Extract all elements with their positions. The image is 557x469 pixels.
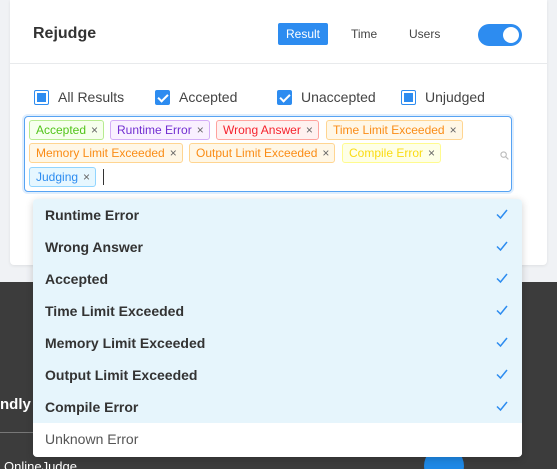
dropdown-option[interactable]: Unknown Error bbox=[33, 423, 522, 455]
tag-label: Time Limit Exceeded bbox=[333, 123, 445, 137]
tag-label: Judging bbox=[36, 170, 79, 184]
result-multiselect[interactable]: Accepted × Runtime Error × Wrong Answer × Time… bbox=[24, 116, 512, 192]
search-icon bbox=[500, 151, 509, 160]
footer-brand: OnlineJudge bbox=[4, 459, 77, 469]
dropdown-option[interactable]: Runtime Error bbox=[33, 199, 522, 231]
result-tag: Judging × bbox=[29, 167, 97, 187]
tag-label: Compile Error bbox=[349, 146, 424, 160]
check-icon bbox=[496, 305, 508, 316]
filter-unaccepted[interactable]: Unaccepted bbox=[277, 89, 376, 105]
check-icon bbox=[496, 337, 508, 348]
checkbox-all-results[interactable] bbox=[34, 89, 49, 105]
tag-label: Runtime Error bbox=[117, 123, 192, 137]
result-tag: Time Limit Exceeded × bbox=[326, 120, 463, 140]
option-label: Wrong Answer bbox=[45, 239, 144, 255]
close-icon[interactable]: × bbox=[306, 123, 313, 137]
filter-accepted[interactable]: Accepted bbox=[155, 89, 237, 105]
filter-label: Unaccepted bbox=[301, 89, 376, 105]
tag-label: Memory Limit Exceeded bbox=[36, 146, 165, 160]
check-icon bbox=[496, 369, 508, 380]
dropdown-option[interactable]: Time Limit Exceeded bbox=[33, 295, 522, 327]
checkbox-unaccepted[interactable] bbox=[277, 89, 292, 105]
option-label: Runtime Error bbox=[45, 207, 140, 223]
card-header: Rejudge Result Time Users bbox=[10, 0, 547, 64]
close-icon[interactable]: × bbox=[83, 170, 90, 184]
rejudge-toggle[interactable] bbox=[478, 24, 522, 46]
option-label: Output Limit Exceeded bbox=[45, 367, 198, 383]
filter-label: All Results bbox=[58, 89, 125, 105]
dropdown-option[interactable]: Accepted bbox=[33, 263, 522, 295]
option-label: Time Limit Exceeded bbox=[45, 303, 185, 319]
result-tag: Memory Limit Exceeded × bbox=[29, 143, 183, 163]
close-icon[interactable]: × bbox=[450, 123, 457, 137]
close-icon[interactable]: × bbox=[322, 146, 329, 160]
filter-all-results[interactable]: All Results bbox=[34, 89, 124, 105]
close-icon[interactable]: × bbox=[428, 146, 435, 160]
result-tag: Runtime Error × bbox=[110, 120, 210, 140]
option-label: Compile Error bbox=[45, 399, 139, 415]
dropdown-option[interactable]: Wrong Answer bbox=[33, 231, 522, 263]
close-icon[interactable]: × bbox=[91, 123, 98, 137]
text-cursor bbox=[103, 169, 104, 185]
page-title: Rejudge bbox=[33, 25, 97, 42]
result-tag: Output Limit Exceeded × bbox=[189, 143, 336, 163]
result-tag: Accepted × bbox=[29, 120, 105, 140]
close-icon[interactable]: × bbox=[170, 146, 177, 160]
dropdown-option[interactable]: Output Limit Exceeded bbox=[33, 359, 522, 391]
check-icon bbox=[496, 273, 508, 284]
check-icon bbox=[496, 241, 508, 252]
result-dropdown: Runtime Error Wrong Answer Accepted Time Li… bbox=[33, 199, 522, 457]
close-icon[interactable]: × bbox=[197, 123, 204, 137]
tab-users[interactable]: Users bbox=[401, 23, 448, 45]
toggle-knob bbox=[503, 27, 519, 43]
footer-text: ndly bbox=[0, 396, 31, 413]
check-icon bbox=[496, 209, 508, 220]
option-label: Unknown Error bbox=[45, 431, 139, 447]
filter-label: Accepted bbox=[179, 89, 238, 105]
tag-label: Accepted bbox=[36, 123, 87, 137]
option-label: Memory Limit Exceeded bbox=[45, 335, 206, 351]
filter-label: Unjudged bbox=[425, 89, 485, 105]
filter-unjudged[interactable]: Unjudged bbox=[401, 89, 485, 105]
tab-time[interactable]: Time bbox=[343, 23, 385, 45]
tag-label: Wrong Answer bbox=[223, 123, 301, 137]
tag-label: Output Limit Exceeded bbox=[196, 146, 318, 160]
dropdown-option[interactable]: Memory Limit Exceeded bbox=[33, 327, 522, 359]
result-tag: Compile Error × bbox=[342, 143, 442, 163]
result-tag: Wrong Answer × bbox=[216, 120, 319, 140]
check-icon bbox=[496, 401, 508, 412]
dropdown-option[interactable]: Compile Error bbox=[33, 391, 522, 423]
checkbox-unjudged[interactable] bbox=[401, 89, 416, 105]
tab-result[interactable]: Result bbox=[278, 23, 329, 45]
checkbox-accepted[interactable] bbox=[155, 89, 170, 105]
option-label: Accepted bbox=[45, 271, 109, 287]
